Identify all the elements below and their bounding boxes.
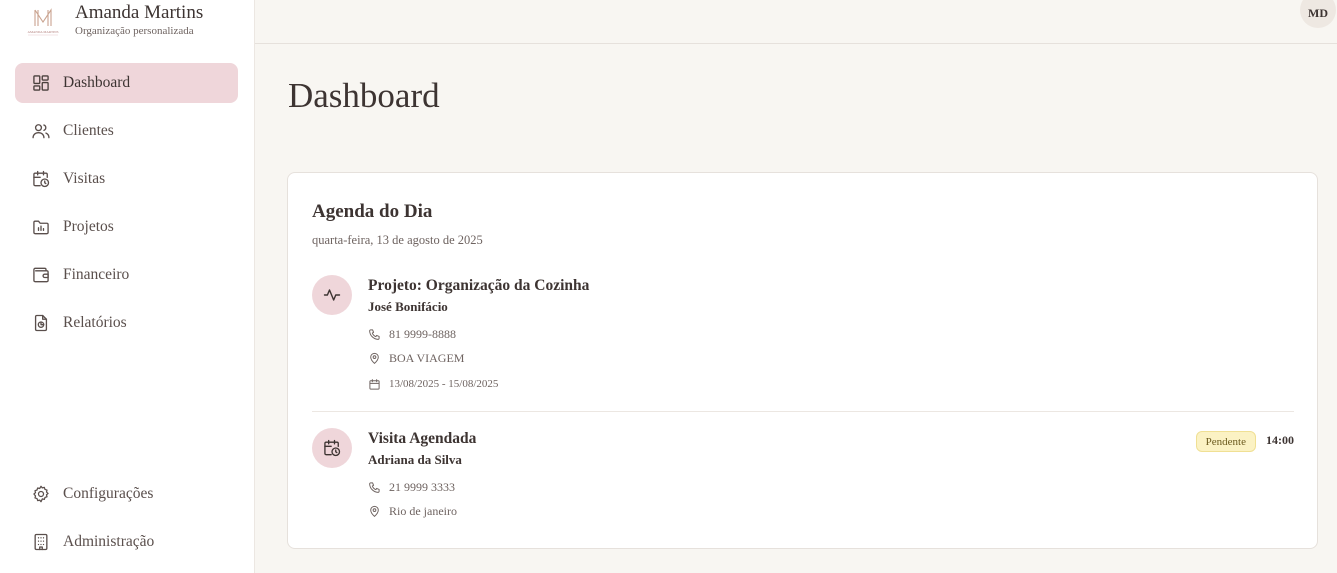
sidebar-item-administracao[interactable]: Administração <box>15 522 238 562</box>
sidebar-bottom-nav: Configurações Administração <box>15 474 238 570</box>
phone-icon <box>369 328 380 340</box>
avatar[interactable]: MD <box>1300 0 1336 28</box>
entry-phone-text: 81 9999-8888 <box>389 326 456 341</box>
map-pin-icon <box>370 505 379 517</box>
page-title: Dashboard <box>288 76 440 115</box>
entry-time: 14:00 <box>1266 433 1294 447</box>
activity-icon <box>323 289 341 301</box>
sidebar-item-financeiro[interactable]: Financeiro <box>15 255 238 295</box>
wallet-icon <box>33 267 49 283</box>
entry-location: BOA VIAGEM <box>368 349 1288 367</box>
building-icon <box>34 533 48 551</box>
sidebar-item-relatorios[interactable]: Relatórios <box>15 303 238 343</box>
calendar-icon <box>369 378 380 390</box>
entry-body: Visita Agendada Adriana da Silva 21 9999… <box>368 428 1288 520</box>
brand-name: Amanda Martins <box>75 2 204 23</box>
sidebar-item-label: Projetos <box>63 218 114 235</box>
entry-title: Visita Agendada <box>368 430 477 447</box>
status-badge: Pendente <box>1195 431 1256 452</box>
brand-subtitle: Organização personalizada <box>75 25 194 37</box>
agenda-card: Agenda do Dia quarta-feira, 13 de agosto… <box>287 172 1318 549</box>
brand-text: Amanda Martins Organização personalizada <box>75 2 203 38</box>
entry-phone-text: 21 9999 3333 <box>389 479 455 494</box>
calendar-clock-icon <box>324 439 341 457</box>
entry-location-text: Rio de janeiro <box>389 503 457 518</box>
entry-phone: 81 9999-8888 <box>368 325 1288 343</box>
entry-body: Projeto: Organização da Cozinha José Bon… <box>368 275 1288 393</box>
sidebar-item-clientes[interactable]: Clientes <box>15 111 238 151</box>
sidebar-item-label: Configurações <box>63 485 154 502</box>
sidebar-item-label: Visitas <box>63 170 106 187</box>
entry-title: Projeto: Organização da Cozinha <box>368 277 590 294</box>
folder-chart-icon <box>33 220 49 235</box>
sidebar-item-label: Clientes <box>63 122 114 139</box>
gear-icon <box>33 485 49 503</box>
calendar-clock-icon <box>33 170 50 188</box>
sidebar-item-label: Dashboard <box>63 74 131 91</box>
sidebar-item-label: Financeiro <box>63 266 130 283</box>
entry-period: 13/08/2025 - 15/08/2025 <box>368 375 1288 393</box>
entry-divider <box>312 411 1294 412</box>
sidebar-item-visitas[interactable]: Visitas <box>15 159 238 199</box>
agenda-date: quarta-feira, 13 de agosto de 2025 <box>312 233 483 247</box>
brand-logo-icon: AMANDA MARTINS <box>28 8 59 36</box>
file-report-icon <box>34 314 48 332</box>
entry-period-text: 13/08/2025 - 15/08/2025 <box>389 378 499 390</box>
sidebar-item-label: Relatórios <box>63 314 127 331</box>
sidebar-nav: Dashboard Clientes Visitas Projetos Fina… <box>15 63 238 351</box>
dashboard-grid-icon <box>33 75 49 91</box>
entry-location: Rio de janeiro <box>368 502 1288 520</box>
map-pin-icon <box>370 352 379 364</box>
phone-icon <box>369 481 380 493</box>
entry-client: José Bonifácio <box>368 299 448 314</box>
entry-icon-badge <box>312 428 352 468</box>
users-icon <box>32 124 50 139</box>
sidebar-item-label: Administração <box>63 533 155 550</box>
sidebar-item-projetos[interactable]: Projetos <box>15 207 238 247</box>
sidebar: AMANDA MARTINS Amanda Martins Organizaçã… <box>0 0 255 573</box>
sidebar-item-configuracoes[interactable]: Configurações <box>15 474 238 514</box>
entry-icon-badge <box>312 275 352 315</box>
entry-location-text: BOA VIAGEM <box>389 350 465 365</box>
sidebar-item-dashboard[interactable]: Dashboard <box>15 63 238 103</box>
brand[interactable]: AMANDA MARTINS Amanda Martins Organizaçã… <box>22 2 204 40</box>
topbar: MD <box>255 0 1337 44</box>
brand-logo-text: AMANDA MARTINS <box>28 30 59 34</box>
agenda-title: Agenda do Dia <box>312 201 433 222</box>
entry-client: Adriana da Silva <box>368 452 462 467</box>
entry-phone: 21 9999 3333 <box>368 478 1288 496</box>
